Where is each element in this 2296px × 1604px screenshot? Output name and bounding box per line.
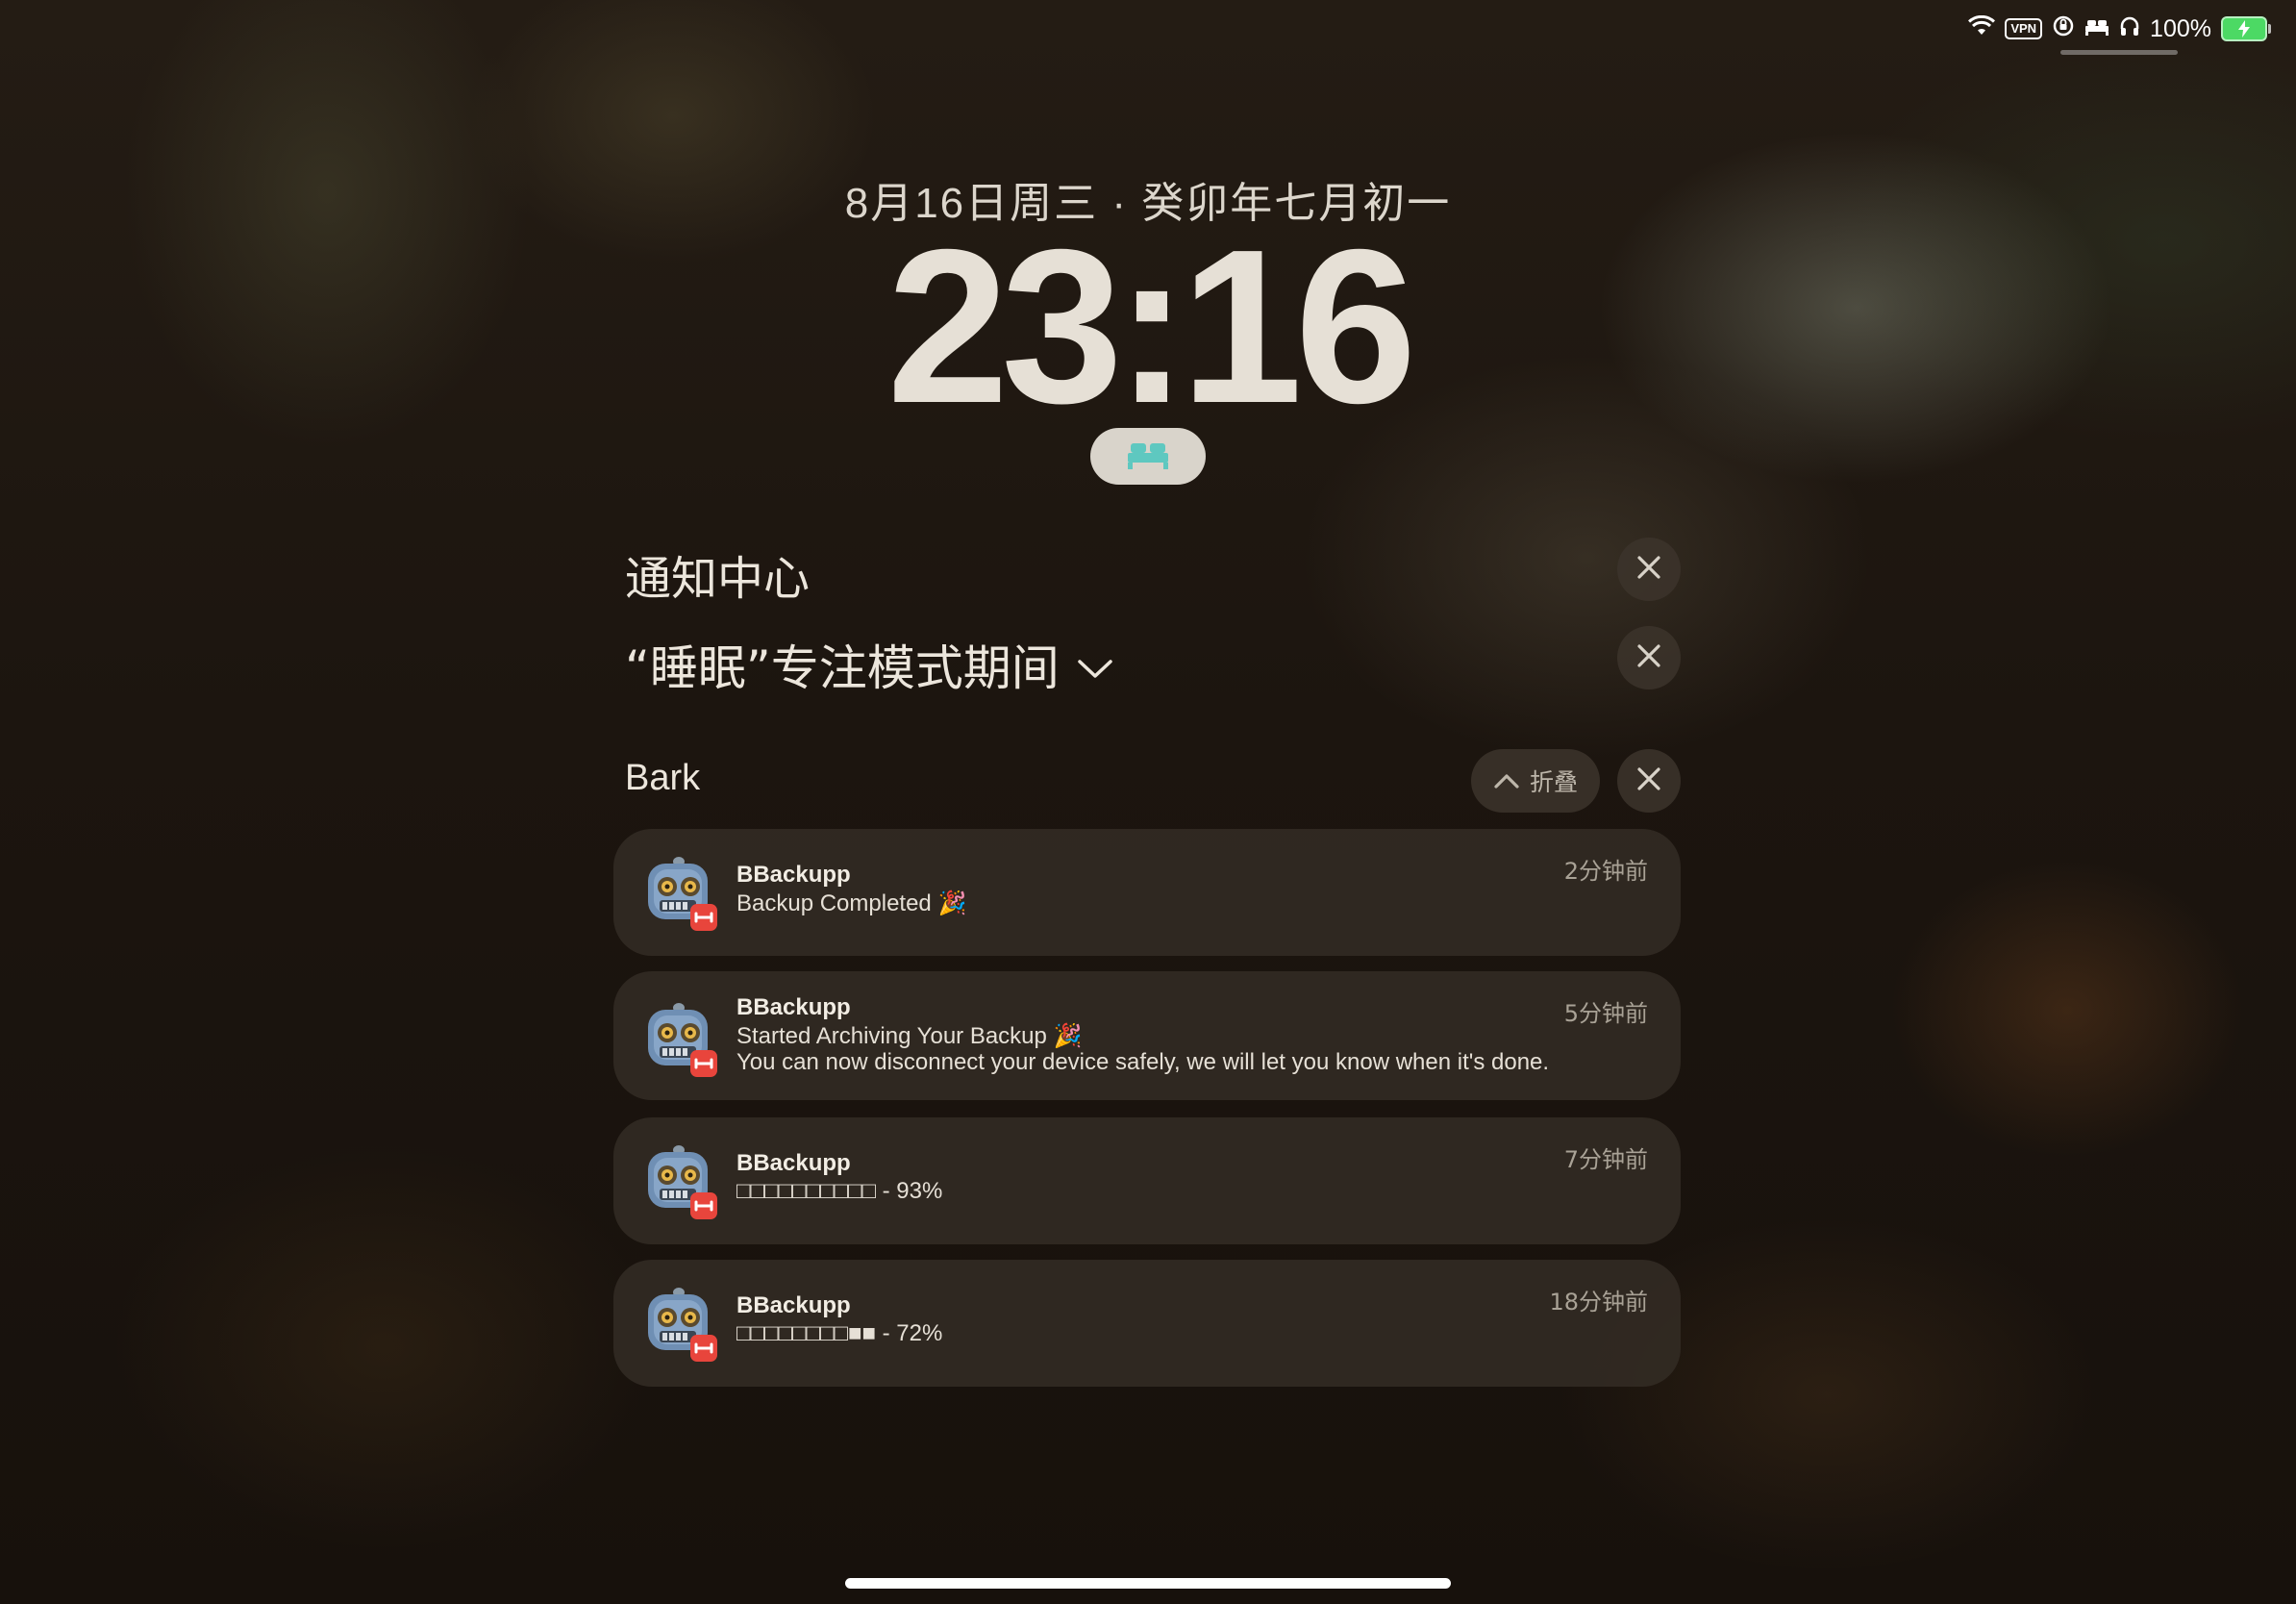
rotation-lock-icon [2052, 14, 2075, 44]
notification-progress-text: □□□□□□□□■■ - 72% [736, 1320, 943, 1346]
notification-progress-text: □□□□□□□□□□ - 93% [736, 1178, 943, 1204]
collapse-group-button[interactable]: 折叠 [1471, 749, 1600, 813]
chevron-down-icon [1077, 637, 1113, 692]
close-icon [1636, 555, 1661, 584]
home-indicator[interactable] [845, 1578, 1451, 1589]
sleep-focus-button[interactable] [1090, 428, 1206, 485]
collapse-label: 折叠 [1529, 768, 1578, 796]
battery-icon [2221, 16, 2271, 41]
headphones-icon [2119, 15, 2140, 43]
notification-group-title: Bark [625, 758, 701, 798]
multitasking-indicator[interactable] [2060, 50, 2178, 55]
notification-app-name: BBackupp [736, 862, 851, 888]
close-icon [1636, 643, 1661, 672]
robot-app-icon [640, 1142, 717, 1219]
robot-app-icon [640, 854, 717, 931]
focus-mode-header[interactable]: “睡眠”专注模式期间 [625, 630, 1113, 699]
clear-group-button[interactable] [1617, 749, 1681, 813]
notification-timestamp: 2分钟前 [1563, 858, 1648, 885]
battery-percent: 100% [2150, 14, 2211, 42]
focus-mode-label: “睡眠”专注模式期间 [625, 640, 1060, 696]
bed-icon [2084, 15, 2109, 43]
notification-timestamp: 7分钟前 [1563, 1146, 1648, 1173]
notification-message-detail: You can now disconnect your device safel… [736, 1049, 1550, 1075]
clear-all-button[interactable] [1617, 538, 1681, 601]
lock-screen-clock: 23:16 [886, 205, 1416, 449]
notification-timestamp: 18分钟前 [1549, 1289, 1648, 1316]
clear-focus-notifications-button[interactable] [1617, 626, 1681, 689]
notification-card[interactable]: BBackupp □□□□□□□□□□ - 93% 7分钟前 [613, 1117, 1681, 1244]
notification-center-title: 通知中心 [625, 552, 811, 606]
notification-timestamp: 5分钟前 [1563, 1000, 1648, 1027]
notification-app-name: BBackupp [736, 1150, 851, 1176]
notification-card[interactable]: BBackupp □□□□□□□□■■ - 72% 18分钟前 [613, 1260, 1681, 1387]
notification-app-name: BBackupp [736, 1292, 851, 1318]
close-icon [1636, 766, 1661, 795]
notification-card[interactable]: BBackupp Backup Completed 🎉 2分钟前 [613, 829, 1681, 956]
vpn-badge: VPN [2005, 18, 2043, 39]
robot-app-icon [640, 1285, 717, 1362]
wifi-icon [1968, 14, 1996, 43]
status-bar: VPN 100% [1968, 10, 2271, 48]
chevron-up-icon [1493, 767, 1520, 795]
robot-app-icon [640, 1000, 717, 1077]
notification-message: Started Archiving Your Backup 🎉 [736, 1023, 1083, 1049]
notification-app-name: BBackupp [736, 994, 851, 1020]
notification-card[interactable]: BBackupp Started Archiving Your Backup 🎉… [613, 971, 1681, 1100]
notification-message: Backup Completed 🎉 [736, 890, 967, 916]
bed-icon [1126, 439, 1170, 475]
